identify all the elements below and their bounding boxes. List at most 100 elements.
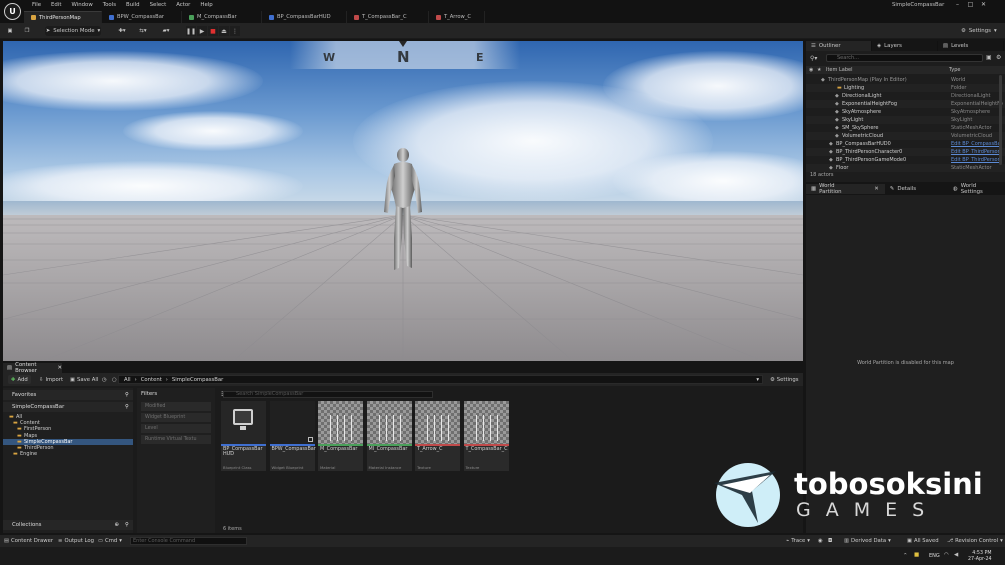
favorites-header[interactable]: Favorites ⚲	[3, 390, 133, 400]
outliner-row[interactable]: ◆ BP_ThirdPersonGameMode0 Edit BP_ThirdPer…	[806, 156, 1005, 164]
column-item-label[interactable]: Item Label	[826, 67, 852, 73]
unreal-logo-icon[interactable]: U	[4, 3, 21, 20]
search-icon[interactable]: ⚲	[125, 390, 129, 400]
add-folder-icon[interactable]: ▣	[986, 54, 992, 61]
level-viewport[interactable]: W N E	[3, 41, 803, 361]
menu-edit[interactable]: Edit	[46, 2, 66, 9]
output-log-button[interactable]: ≡ Output Log	[58, 537, 94, 545]
more-options-icon[interactable]: ⋮	[230, 26, 240, 36]
cinematics-icon[interactable]: ▰▾	[158, 26, 174, 36]
derived-data-button[interactable]: ▥ Derived Data ▾	[844, 537, 891, 545]
search-icon[interactable]: ⚲	[125, 402, 129, 412]
tab-document[interactable]: ThirdPersonMap	[24, 11, 102, 23]
tab-document[interactable]: M_CompassBar	[182, 11, 262, 23]
trace-button[interactable]: ⌁ Trace ▾	[786, 537, 810, 545]
all-saved-button[interactable]: ▣ All Saved	[907, 537, 939, 545]
breadcrumb-all[interactable]: All	[124, 377, 131, 383]
outliner-row[interactable]: ◆ ThirdPersonMap (Play In Editor) World	[806, 76, 1005, 84]
console-command-input[interactable]: Enter Console Command	[130, 537, 247, 545]
system-clock[interactable]: 4:53 PM 27-Apr-24	[968, 551, 992, 562]
outliner-row[interactable]: ◆ DirectionalLight DirectionalLight	[806, 92, 1005, 100]
step-icon[interactable]: ▶	[197, 26, 207, 36]
gear-icon[interactable]: ⚙	[996, 54, 1001, 61]
revision-control-button[interactable]: ⎇ Revision Control ▾	[947, 537, 1003, 545]
record-icon[interactable]: ◉	[818, 537, 823, 545]
asset-tile[interactable]: BPW_CompassBar Widget Blueprint	[269, 401, 316, 471]
filter-chip[interactable]: Modified	[141, 402, 211, 411]
asset-tile[interactable]: T_Arrow_C Texture	[415, 401, 460, 471]
outliner-row[interactable]: ◆ SkyAtmosphere SkyAtmosphere	[806, 108, 1005, 116]
blueprint-icon[interactable]: ⇆▾	[135, 26, 151, 36]
camera-icon[interactable]: ◘	[828, 537, 832, 545]
asset-tile[interactable]: MI_CompassBar Material Instance	[366, 401, 412, 471]
outliner-row[interactable]: ◆ Floor StaticMeshActor	[806, 164, 1005, 172]
outliner-row[interactable]: ◆ VolumetricCloud VolumetricCloud	[806, 132, 1005, 140]
add-icon[interactable]: ⊕	[114, 520, 119, 530]
tab-document[interactable]: T_CompassBar_C	[347, 11, 429, 23]
add-button[interactable]: ✚ Add	[8, 375, 31, 384]
close-icon[interactable]: ✕	[874, 186, 879, 192]
tab-document[interactable]: BPW_CompassBar	[102, 11, 182, 23]
asset-search-input[interactable]: Search SimpleCompassBar	[223, 391, 433, 398]
settings-button[interactable]: ⚙ Settings ▾	[961, 26, 997, 36]
menu-tools[interactable]: Tools	[98, 2, 121, 9]
menu-actor[interactable]: Actor	[171, 2, 195, 9]
tab-details[interactable]: ✎ Details	[885, 184, 922, 194]
stop-icon[interactable]: ■	[208, 26, 218, 36]
outliner-row[interactable]: ◆ ExponentialHeightFog ExponentialHeightFo	[806, 100, 1005, 108]
menu-build[interactable]: Build	[121, 2, 145, 9]
outliner-search-input[interactable]: Search...	[826, 54, 983, 62]
edit-blueprint-link[interactable]: Edit BP_ThirdPerson	[951, 156, 1001, 164]
maximize-icon[interactable]: □	[964, 1, 977, 9]
outliner-scrollbar[interactable]	[999, 75, 1002, 165]
open-level-icon[interactable]: ❐	[22, 26, 32, 36]
filter-icon[interactable]: ⚲▾	[810, 55, 817, 62]
outliner-row[interactable]: ▬ Lighting Folder	[806, 84, 1005, 92]
close-icon[interactable]: ✕	[977, 1, 990, 9]
tab-document[interactable]: T_Arrow_C	[429, 11, 485, 23]
outliner-row[interactable]: ◆ BP_ThirdPersonCharacter0 Edit BP_ThirdPe…	[806, 148, 1005, 156]
edit-blueprint-link[interactable]: Edit BP_ThirdPerson	[951, 148, 1001, 156]
tray-chevron-icon[interactable]: ⌃	[903, 553, 908, 559]
menu-window[interactable]: Window	[66, 2, 97, 9]
selection-mode-button[interactable]: ➤ Selection Mode ▾	[45, 26, 101, 36]
chevron-down-icon[interactable]: ▾	[756, 377, 759, 383]
close-icon[interactable]: ✕	[57, 365, 62, 371]
minimize-icon[interactable]: –	[951, 1, 964, 9]
search-icon[interactable]: ⚲	[125, 520, 129, 530]
tab-world-settings[interactable]: ◍ World Settings	[948, 183, 1005, 195]
outliner-row[interactable]: ◆ BP_CompassBarHUD0 Edit BP_CompassBa	[806, 140, 1005, 148]
cmd-button[interactable]: ▭ Cmd ▾	[98, 537, 122, 545]
edit-blueprint-link[interactable]: Edit BP_CompassBa	[951, 140, 1001, 148]
asset-tile[interactable]: M_CompassBar Material	[318, 401, 363, 471]
root-header[interactable]: SimpleCompassBar ⚲	[3, 402, 133, 412]
filter-chip[interactable]: Runtime Virtual Textu	[141, 435, 211, 444]
menu-file[interactable]: File	[27, 2, 46, 9]
pause-icon[interactable]: ❚❚	[186, 26, 196, 36]
filter-chip[interactable]: Widget Blueprint	[141, 413, 211, 422]
tray-app-icon[interactable]: ■	[914, 552, 919, 558]
outliner-row[interactable]: ◆ SkyLight SkyLight	[806, 116, 1005, 124]
menu-select[interactable]: Select	[145, 2, 172, 9]
asset-tile[interactable]: T_CompassBar_C Texture	[463, 401, 509, 471]
volume-icon[interactable]: ◀	[954, 552, 958, 558]
pin-icon[interactable]: ★	[817, 67, 821, 73]
collections-header[interactable]: Collections ⊕ ⚲	[3, 520, 133, 530]
language-indicator[interactable]: ENG	[929, 553, 940, 559]
outliner-row[interactable]: ◆ SM_SkySphere StaticMeshActor	[806, 124, 1005, 132]
tab-layers[interactable]: ◈ Layers	[872, 41, 938, 51]
add-actor-icon[interactable]: ✚▾	[115, 26, 129, 36]
breadcrumb-content[interactable]: Content	[141, 377, 162, 383]
save-all-button[interactable]: ▣ Save All	[67, 375, 101, 384]
asset-tile[interactable]: BP_CompassBar HUD Blueprint Class	[221, 401, 266, 471]
wifi-icon[interactable]: ◠	[944, 552, 949, 558]
tab-world-partition[interactable]: ▦ World Partition ✕	[806, 183, 885, 195]
tab-outliner[interactable]: ☰ Outliner	[806, 41, 872, 51]
menu-help[interactable]: Help	[195, 2, 217, 9]
cb-settings-button[interactable]: ⚙ Settings	[767, 375, 801, 384]
tab-levels[interactable]: ▤ Levels	[938, 41, 1004, 51]
visibility-icon[interactable]: ◉	[809, 67, 813, 73]
import-button[interactable]: ⇩ Import	[36, 375, 66, 384]
filter-chip[interactable]: Level	[141, 424, 211, 433]
folder-tree-item[interactable]: ▬ Engine	[3, 451, 133, 457]
